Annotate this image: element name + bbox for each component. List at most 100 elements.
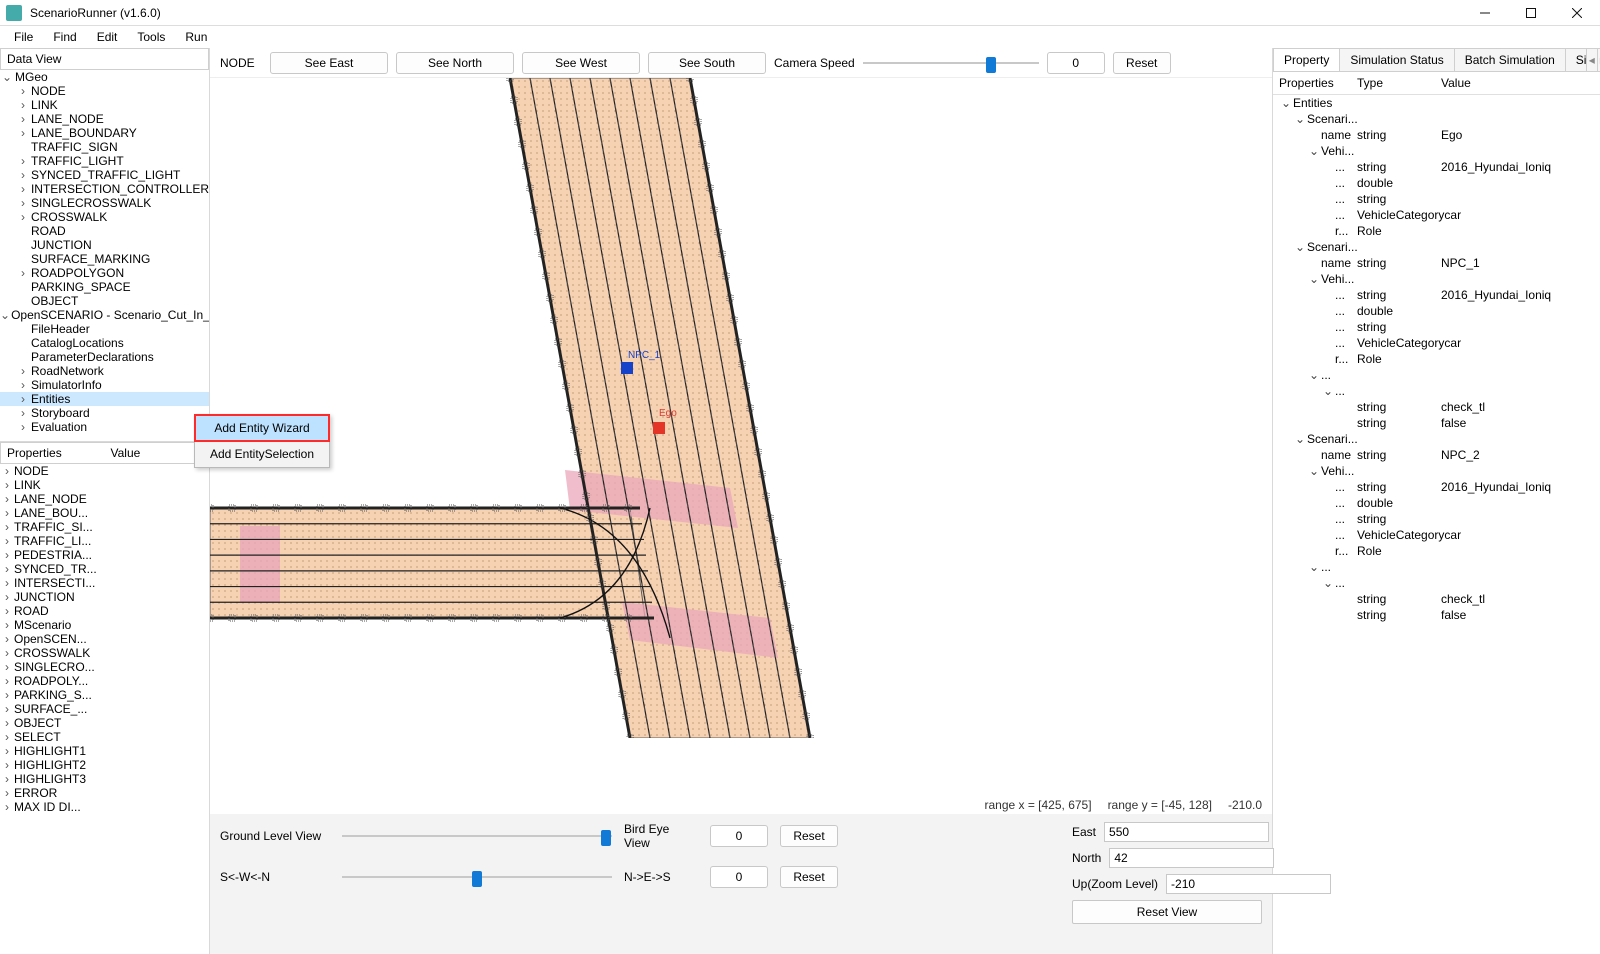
prop-item-label[interactable]: TRAFFIC_SI... [14,520,93,534]
property-row[interactable]: ...double [1273,175,1600,191]
property-row[interactable]: r...Role [1273,543,1600,559]
tree-expand-icon[interactable]: › [16,98,30,112]
north-input[interactable] [1109,848,1274,868]
tree-item-label[interactable]: Storyboard [30,406,90,420]
property-table[interactable]: ⌄Entities⌄Scenari...namestringEgo⌄Vehi..… [1273,95,1600,954]
property-row[interactable]: ⌄... [1273,383,1600,399]
prop-expand-icon[interactable]: › [0,590,14,604]
tree-item-label[interactable]: RoadNetwork [30,364,104,378]
tree-expand-icon[interactable]: › [16,378,30,392]
prop-item-label[interactable]: HIGHLIGHT1 [14,744,86,758]
property-row[interactable]: namestringNPC_2 [1273,447,1600,463]
tree-expand-icon[interactable]: ⌄ [0,308,10,322]
tree-item-label[interactable]: SURFACE_MARKING [30,252,150,266]
property-row[interactable]: ...string [1273,191,1600,207]
prop-expand-icon[interactable]: › [0,744,14,758]
add-entity-selection-item[interactable]: Add EntitySelection [195,441,329,467]
property-row[interactable]: ...double [1273,303,1600,319]
tree-expand-icon[interactable]: › [16,266,30,280]
zoom-input[interactable] [1166,874,1331,894]
property-row[interactable]: ...VehicleCategorycar [1273,527,1600,543]
tree-item-label[interactable]: LANE_NODE [30,112,104,126]
tree-item-label[interactable]: OBJECT [30,294,78,308]
tree-expand-icon[interactable]: › [16,210,30,224]
prop-item-label[interactable]: LANE_NODE [14,492,87,506]
tab-simulation-status[interactable]: Simulation Status [1339,48,1454,71]
tree-item-label[interactable]: ROAD [30,224,66,238]
prop-item-label[interactable]: NODE [14,464,49,478]
tree-expand-icon[interactable]: › [16,364,30,378]
prop-item-label[interactable]: HIGHLIGHT2 [14,758,86,772]
tree-item-label[interactable]: CatalogLocations [30,336,124,350]
property-row[interactable]: ⌄Vehi... [1273,463,1600,479]
tree-expand-icon[interactable]: › [16,420,30,434]
swn-nes-value[interactable]: 0 [710,866,768,888]
tab-batch-simulation[interactable]: Batch Simulation [1454,48,1566,71]
prop-item-label[interactable]: ROAD [14,604,49,618]
prow-expand-icon[interactable]: ⌄ [1321,576,1335,590]
property-row[interactable]: ...string2016_Hyundai_Ioniq [1273,159,1600,175]
see-east-button[interactable]: See East [270,52,388,74]
prop-expand-icon[interactable]: › [0,674,14,688]
prop-item-label[interactable]: SYNCED_TR... [14,562,97,576]
prop-item-label[interactable]: ERROR [14,786,57,800]
prow-expand-icon[interactable]: ⌄ [1293,432,1307,446]
prop-expand-icon[interactable]: › [0,702,14,716]
camera-reset-button[interactable]: Reset [1113,52,1171,74]
prop-expand-icon[interactable]: › [0,646,14,660]
prop-item-label[interactable]: MAX ID DI... [14,800,81,814]
prop-expand-icon[interactable]: › [0,604,14,618]
prop-expand-icon[interactable]: › [0,478,14,492]
property-row[interactable]: ...double [1273,495,1600,511]
tree-expand-icon[interactable]: › [16,168,30,182]
prop-expand-icon[interactable]: › [0,786,14,800]
prop-item-label[interactable]: LINK [14,478,41,492]
menu-edit[interactable]: Edit [87,28,128,46]
property-row[interactable]: ...string2016_Hyundai_Ioniq [1273,479,1600,495]
prop-expand-icon[interactable]: › [0,562,14,576]
prow-expand-icon[interactable]: ⌄ [1307,144,1321,158]
tree-item-label[interactable]: SINGLECROSSWALK [30,196,151,210]
prop-expand-icon[interactable]: › [0,758,14,772]
property-row[interactable]: ⌄... [1273,575,1600,591]
property-row[interactable]: namestringNPC_1 [1273,255,1600,271]
prop-expand-icon[interactable]: › [0,492,14,506]
menu-run[interactable]: Run [175,28,217,46]
prop-expand-icon[interactable]: › [0,716,14,730]
tree-item-label[interactable]: PARKING_SPACE [30,280,131,294]
property-row[interactable]: ...VehicleCategorycar [1273,335,1600,351]
prow-expand-icon[interactable]: ⌄ [1307,272,1321,286]
property-row[interactable]: ...string2016_Hyundai_Ioniq [1273,287,1600,303]
ground-bird-value[interactable]: 0 [710,825,768,847]
tree-item-label[interactable]: CROSSWALK [30,210,107,224]
prop-expand-icon[interactable]: › [0,772,14,786]
tree-expand-icon[interactable]: › [16,406,30,420]
menu-file[interactable]: File [4,28,43,46]
prop-expand-icon[interactable]: › [0,506,14,520]
prop-item-label[interactable]: HIGHLIGHT3 [14,772,86,786]
prop-expand-icon[interactable]: › [0,688,14,702]
tree-expand-icon[interactable]: › [16,84,30,98]
npc1-marker[interactable] [621,362,633,374]
menu-find[interactable]: Find [43,28,86,46]
tree-item-label[interactable]: FileHeader [30,322,90,336]
tab-property[interactable]: Property [1273,48,1340,71]
property-row[interactable]: ...string [1273,511,1600,527]
tree-item-label[interactable]: JUNCTION [30,238,92,252]
property-row[interactable]: ...string [1273,319,1600,335]
tree-expand-icon[interactable]: › [16,112,30,126]
map-viewport[interactable]: NPC_1 Ego [210,78,1272,814]
tree-expand-icon[interactable]: › [16,196,30,210]
prop-item-label[interactable]: OBJECT [14,716,61,730]
window-minimize-button[interactable] [1462,0,1508,26]
tree-item-label[interactable]: Entities [30,392,70,406]
data-view-tree[interactable]: ⌄MGeo›NODE›LINK›LANE_NODE›LANE_BOUNDARYT… [0,70,209,442]
tree-expand-icon[interactable]: › [16,126,30,140]
property-row[interactable]: ...VehicleCategorycar [1273,207,1600,223]
prop-expand-icon[interactable]: › [0,548,14,562]
tree-item-label[interactable]: ParameterDeclarations [30,350,154,364]
tree-item-label[interactable]: NODE [30,84,66,98]
prop-item-label[interactable]: OpenSCEN... [14,632,87,646]
prop-item-label[interactable]: SELECT [14,730,61,744]
prow-expand-icon[interactable]: ⌄ [1307,560,1321,574]
